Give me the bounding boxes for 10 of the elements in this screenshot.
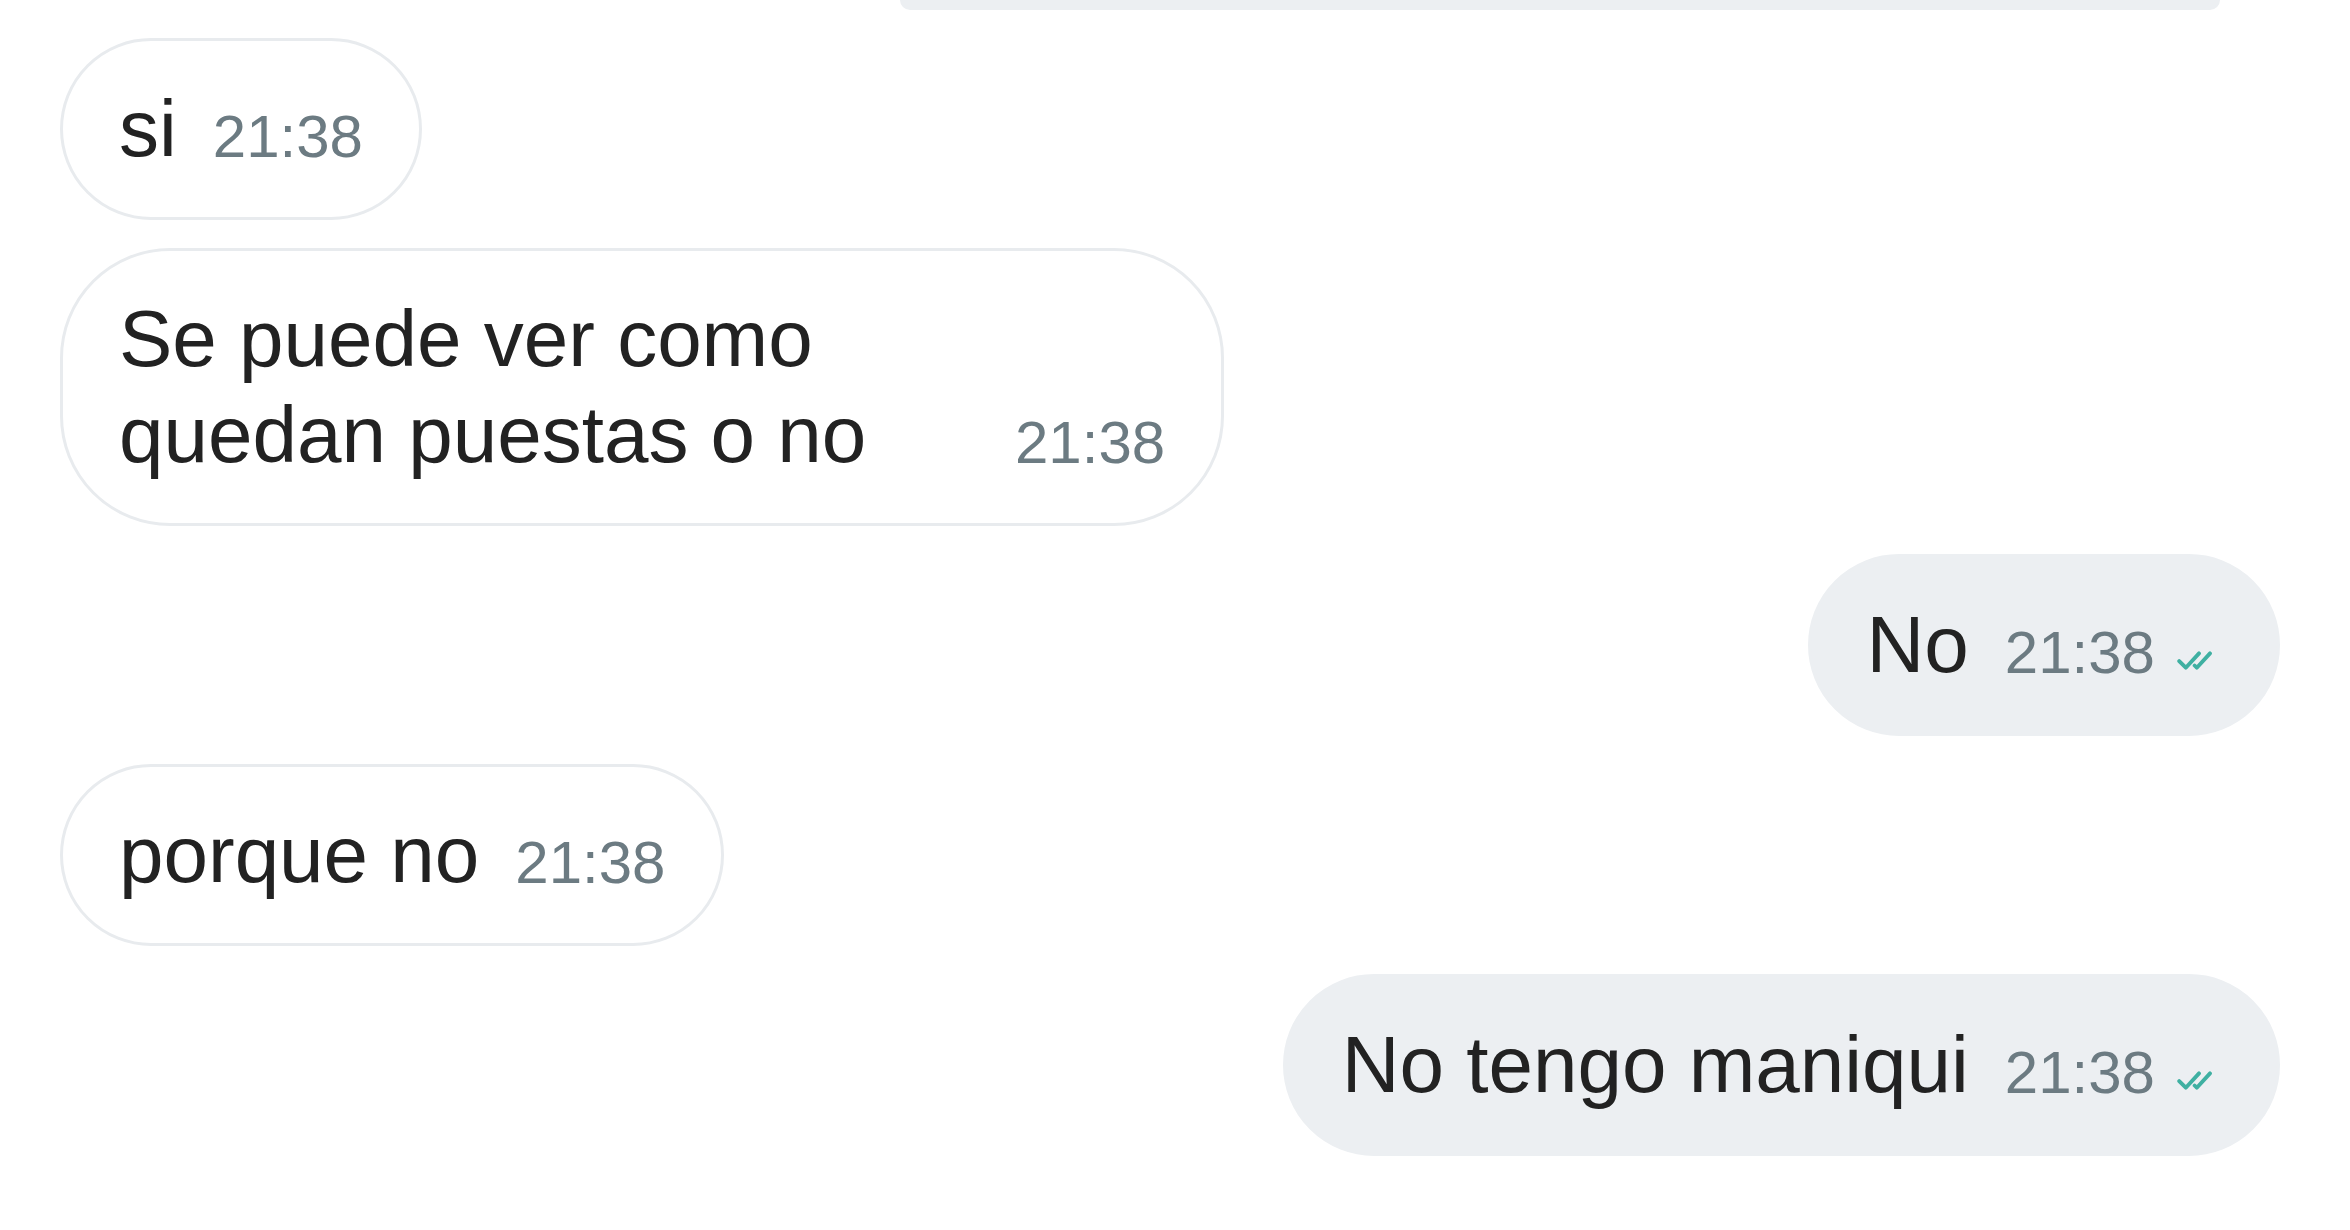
- message-time: 21:38: [212, 102, 363, 172]
- message-text: Se puede ver como quedan puestas o no: [119, 293, 868, 481]
- message-time: 21:38: [2004, 618, 2155, 688]
- message-text: No: [1866, 599, 1969, 691]
- message-text: No tengo maniqui: [1341, 1019, 1969, 1111]
- message-text: porque no: [119, 809, 480, 901]
- message-time: 21:38: [1015, 408, 1166, 478]
- message-text: si: [119, 83, 177, 175]
- message-time: 21:38: [515, 828, 666, 898]
- message-time: 21:38: [2004, 1038, 2155, 1108]
